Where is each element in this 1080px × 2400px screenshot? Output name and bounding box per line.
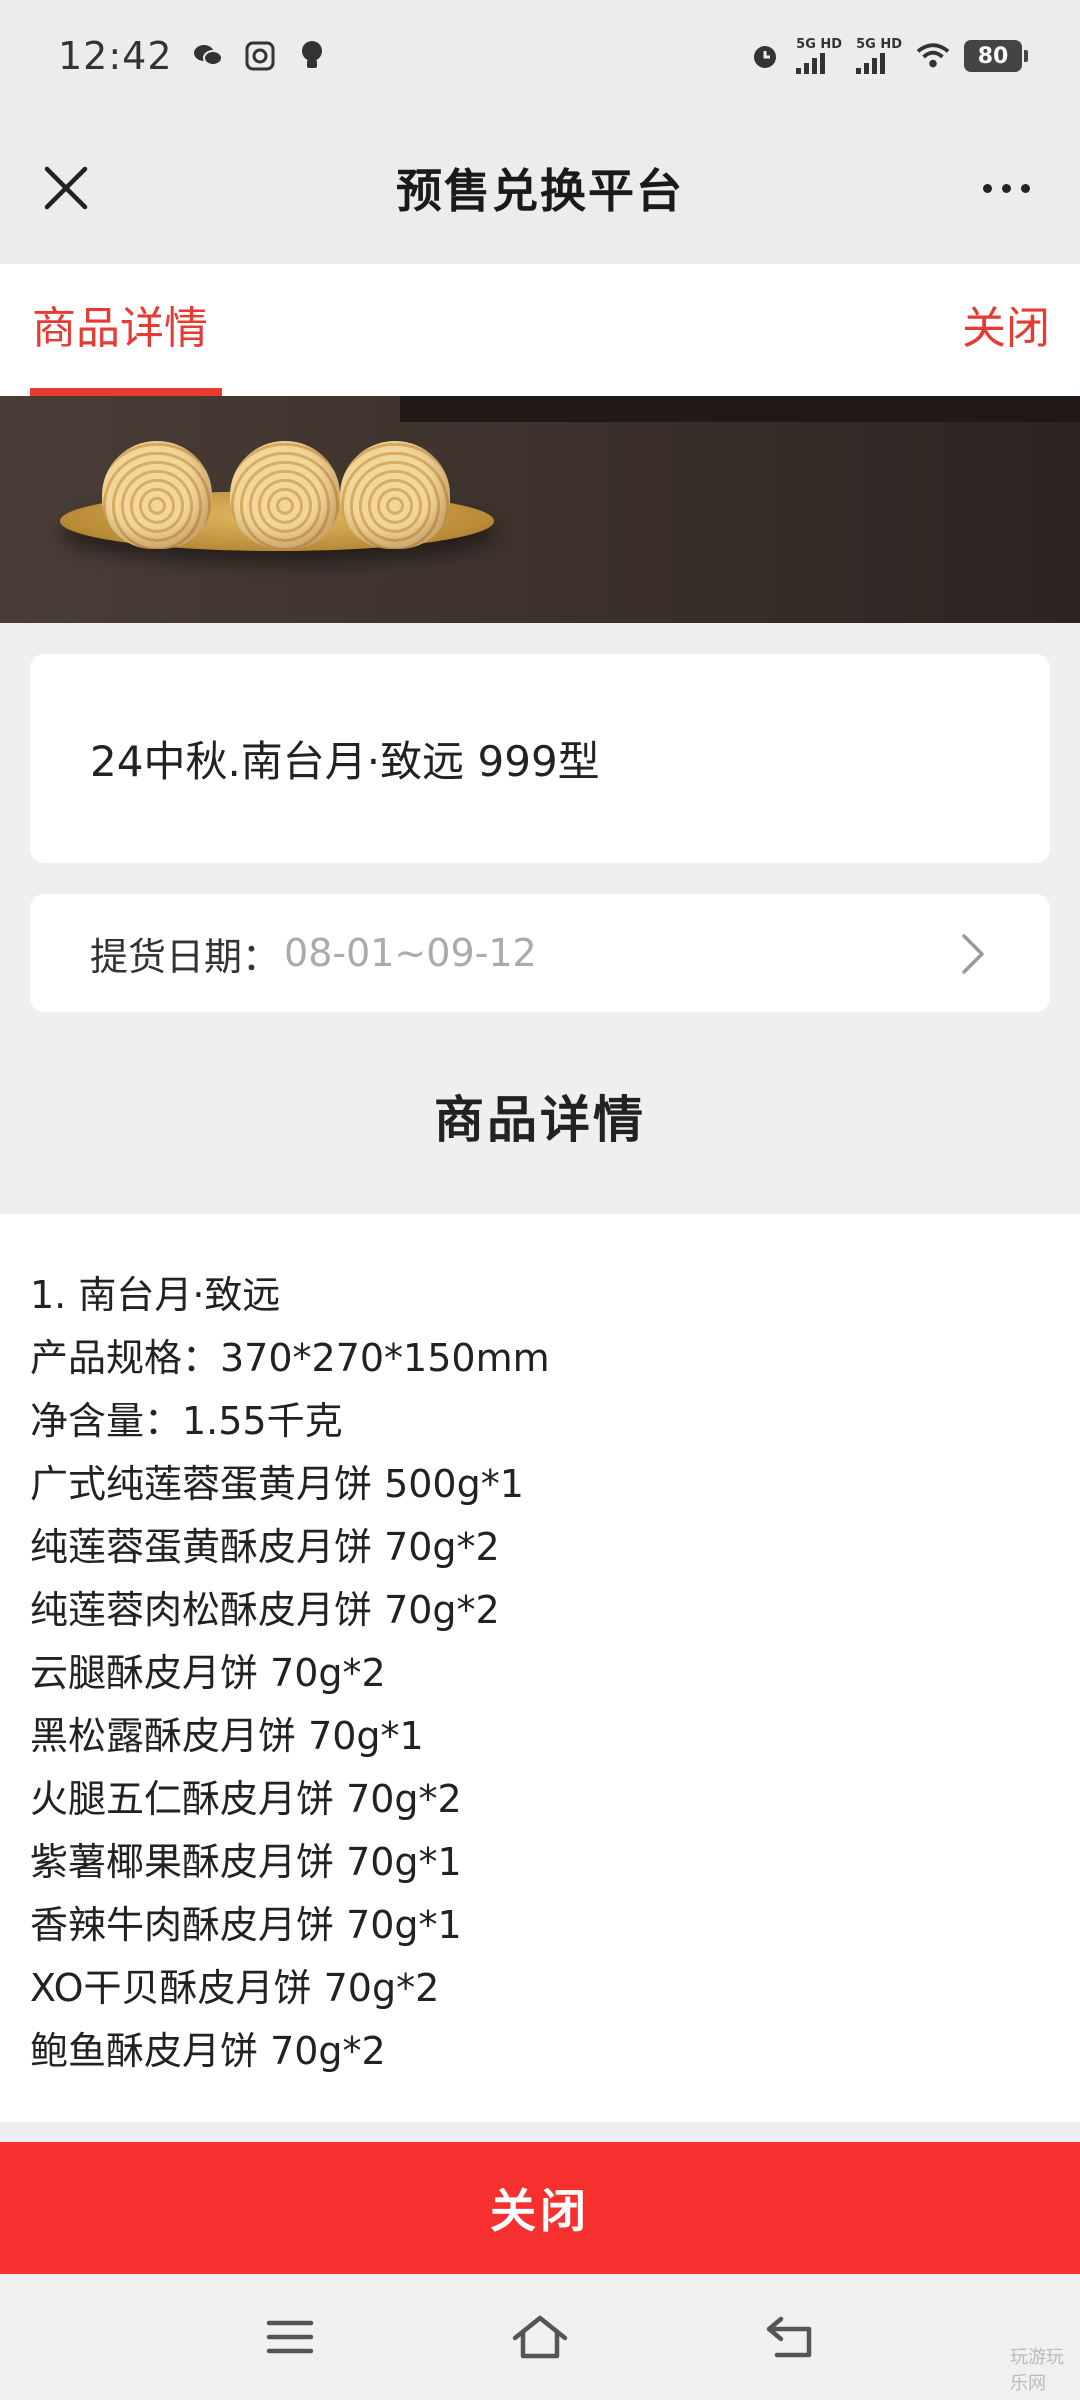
detail-line: 紫薯椰果酥皮月饼 70g*1 [30,1840,462,1884]
detail-line: 鲍鱼酥皮月饼 70g*2 [30,2029,386,2073]
status-time: 12:42 [58,34,173,78]
wechat-icon [191,39,225,73]
hero-shelf [400,396,1080,422]
close-button[interactable]: 关闭 [0,2142,1080,2274]
product-name: 24中秋.南台月·致远 999型 [90,737,600,786]
mooncake-image [340,441,450,549]
product-image [0,396,1080,623]
details-list: 1. 南台月·致远 产品规格：370*270*150mm 净含量：1.55千克 … [0,1214,1080,2122]
watermark: 玩游玩乐网 [1010,2347,1064,2394]
tab-bar: 商品详情 关闭 [0,264,1080,396]
tab-product-details[interactable]: 商品详情 [32,292,208,356]
detail-line: XO干贝酥皮月饼 70g*2 [30,1966,440,2010]
nav-bar: 预售兑换平台 [0,112,1080,264]
product-name-card: 24中秋.南台月·致远 999型 [30,654,1050,863]
detail-line: 产品规格：370*270*150mm [30,1336,550,1380]
lightbulb-icon [295,39,329,73]
detail-line: 香辣牛肉酥皮月饼 70g*1 [30,1903,462,1947]
signal-label-1: 5G HD [796,37,843,52]
close-icon[interactable] [34,156,98,220]
signal-label-2: 5G HD [856,37,902,52]
mooncake-image [230,441,340,549]
tab-active-indicator [30,388,222,396]
detail-line: 1. 南台月·致远 [30,1273,281,1317]
status-right: 5G HD 5G HD 80 [748,38,1028,74]
battery-icon: 80 [964,40,1028,72]
cellular-signal-2: 5G HD [856,38,902,74]
tab-close-button[interactable]: 关闭 [962,292,1050,356]
home-icon[interactable] [510,2312,570,2362]
status-bar: 12:42 5G HD 5G HD 80 [0,0,1080,112]
mooncake-image [102,441,212,549]
detail-line: 黑松露酥皮月饼 70g*1 [30,1714,424,1758]
back-icon[interactable] [760,2312,820,2362]
detail-line: 云腿酥皮月饼 70g*2 [30,1651,386,1695]
pickup-date-value: 08-01~09-12 [284,931,537,975]
system-nav-bar: 玩游玩乐网 [0,2274,1080,2400]
detail-line: 净含量：1.55千克 [30,1399,343,1443]
signal-bars-icon [856,52,886,74]
detail-line: 火腿五仁酥皮月饼 70g*2 [30,1777,462,1821]
pickup-date-label: 提货日期： [90,934,281,979]
menu-icon[interactable] [260,2312,320,2362]
detail-line: 广式纯莲蓉蛋黄月饼 500g*1 [30,1462,524,1506]
status-left: 12:42 [58,34,329,78]
more-options-icon[interactable] [966,156,1046,220]
cellular-signal-1: 5G HD [796,38,842,74]
app-notification-icon [243,39,277,73]
details-heading: 商品详情 [434,1091,646,1149]
chevron-right-icon [952,932,992,976]
pickup-date-row[interactable]: 提货日期： 08-01~09-12 [30,894,1050,1012]
detail-line: 纯莲蓉蛋黄酥皮月饼 70g*2 [30,1525,500,1569]
wifi-icon [916,39,950,73]
page-title: 预售兑换平台 [396,164,684,218]
alarm-icon [748,39,782,73]
detail-line: 纯莲蓉肉松酥皮月饼 70g*2 [30,1588,500,1632]
signal-bars-icon [796,52,826,74]
